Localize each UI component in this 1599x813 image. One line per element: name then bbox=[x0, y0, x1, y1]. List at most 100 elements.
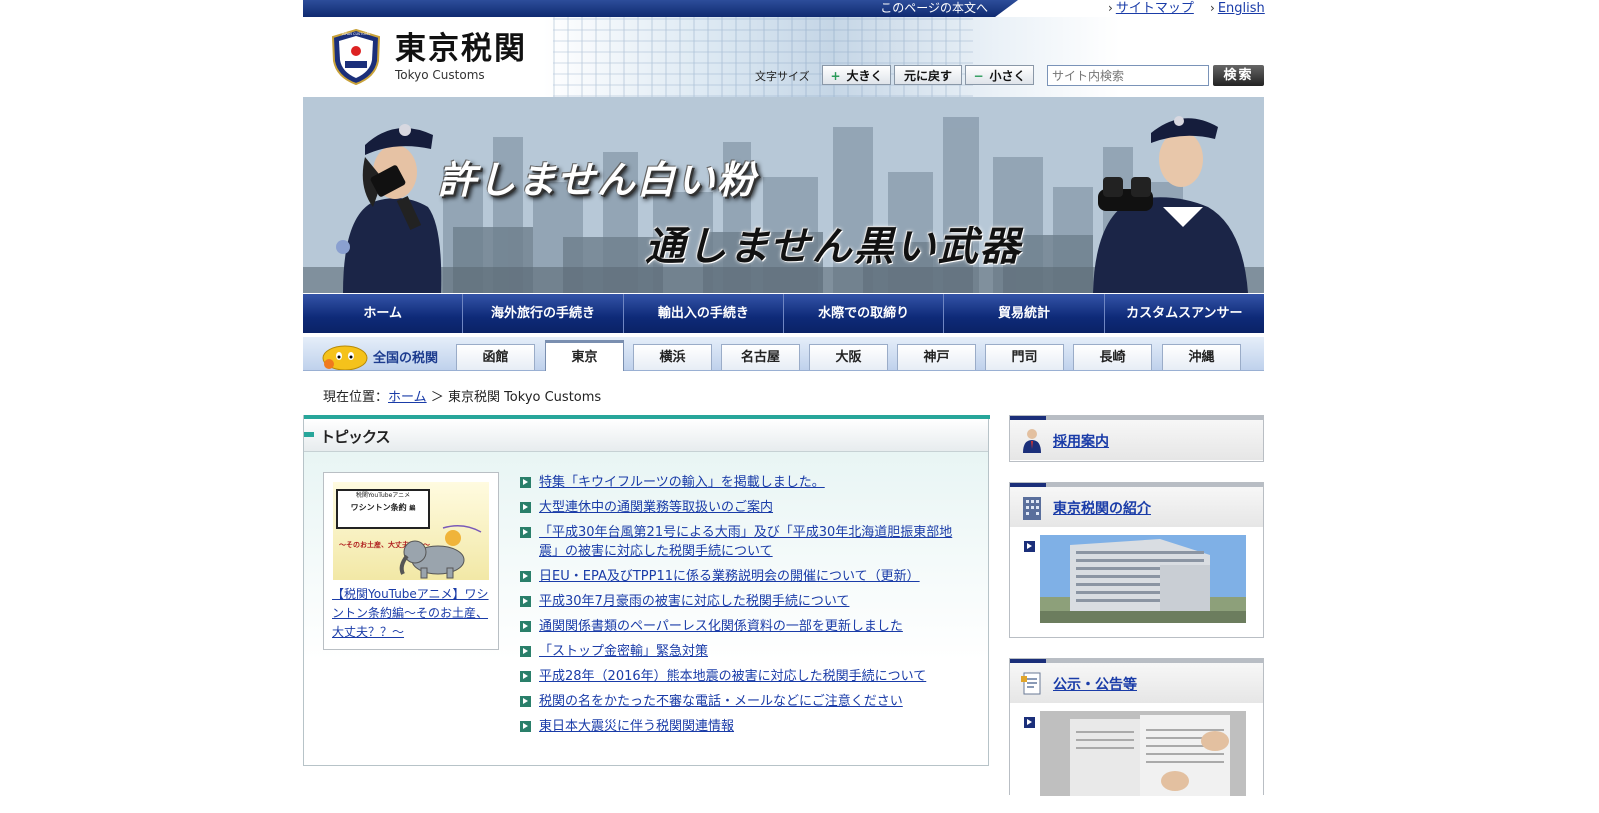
thumbnail-suffix: 編 bbox=[409, 505, 416, 512]
plus-icon: + bbox=[830, 69, 841, 83]
topic-link[interactable]: 通関関係書類のペーパーレス化関係資料の一部を更新しました bbox=[539, 619, 903, 634]
site-title[interactable]: 東京税関 bbox=[395, 31, 527, 67]
tab-nagoya[interactable]: 名古屋 bbox=[721, 344, 800, 370]
bullet-arrow-icon bbox=[520, 477, 531, 488]
nav-overseas-travel[interactable]: 海外旅行の手続き bbox=[463, 294, 624, 333]
customs-emblem-icon[interactable]: JAPAN CUSTOMS bbox=[331, 29, 381, 85]
topic-link[interactable]: 日EU・EPA及びTPP11に係る業務説明会の開催について（更新） bbox=[539, 569, 920, 584]
tab-hakodate[interactable]: 函館 bbox=[456, 344, 535, 370]
building-icon bbox=[1023, 497, 1041, 520]
list-item: 平成28年（2016年）熊本地震の被害に対応した税関手続について bbox=[520, 667, 970, 686]
site-header: JAPAN CUSTOMS 東京税関 Tokyo Customs 文字サイズ +… bbox=[303, 17, 1264, 97]
topics-header: トピックス bbox=[304, 419, 988, 452]
customs-offices-label: 全国の税関 bbox=[373, 351, 439, 366]
sidebar-notice-content bbox=[1010, 703, 1263, 813]
nav-border-control[interactable]: 水際での取締り bbox=[784, 294, 945, 333]
topic-link[interactable]: 平成28年（2016年）熊本地震の被害に対応した税関手続について bbox=[539, 669, 926, 684]
topics-list: 特集「キウイフルーツの輸入」を掲載しました。 大型連休中の通関業務等取扱いのご案… bbox=[520, 473, 970, 742]
feature-video-link[interactable]: 【税関YouTubeアニメ】ワシントン条約編～そのお土産、大丈夫？？～ bbox=[332, 585, 494, 642]
intro-link[interactable]: 東京税関の紹介 bbox=[1053, 498, 1151, 518]
nav-trade-statistics[interactable]: 貿易統計 bbox=[944, 294, 1105, 333]
topic-link[interactable]: 東日本大震災に伴う税関関連情報 bbox=[539, 719, 734, 734]
tab-nagasaki[interactable]: 長崎 bbox=[1073, 344, 1152, 370]
feature-thumbnail[interactable]: 税関YouTubeアニメ ワシントン条約 編 ～そのお土産、大丈夫？？～ bbox=[333, 482, 489, 580]
arrow-right-icon: › bbox=[1210, 1, 1215, 15]
bullet-arrow-icon bbox=[520, 571, 531, 582]
tab-okinawa[interactable]: 沖縄 bbox=[1162, 344, 1241, 370]
list-item: 大型連休中の通関業務等取扱いのご案内 bbox=[520, 498, 970, 517]
document-icon bbox=[1021, 672, 1041, 695]
topic-link[interactable]: 「ストップ金密輸」緊急対策 bbox=[539, 644, 708, 659]
hero-banner[interactable]: 許しません白い粉 通しません黒い武器 bbox=[303, 97, 1264, 293]
skip-bar: このページの本文へ bbox=[303, 0, 1018, 17]
thumbnail-small-text: 税関YouTubeアニメ bbox=[355, 492, 411, 499]
svg-text:JAPAN CUSTOMS: JAPAN CUSTOMS bbox=[341, 32, 372, 36]
breadcrumb-current: 東京税関 Tokyo Customs bbox=[447, 390, 602, 405]
bullet-arrow-icon bbox=[1024, 541, 1035, 552]
global-nav: ホーム 海外旅行の手続き 輸出入の手続き 水際での取締り 貿易統計 カスタムスア… bbox=[303, 294, 1264, 333]
tab-tokyo[interactable]: 東京 bbox=[545, 340, 624, 371]
search-button[interactable]: 検索 bbox=[1213, 65, 1264, 86]
sidebar-recruit-box: 採用案内 bbox=[1009, 415, 1264, 462]
customs-office-tabs: 全国の税関 函館 東京 横浜 名古屋 大阪 神戸 門司 長崎 沖縄 bbox=[303, 337, 1264, 371]
bullet-arrow-icon bbox=[1024, 717, 1035, 728]
nav-customs-answer[interactable]: カスタムスアンサー bbox=[1105, 294, 1264, 333]
tab-kobe[interactable]: 神戸 bbox=[897, 344, 976, 370]
bullet-arrow-icon bbox=[520, 621, 531, 632]
topic-link[interactable]: 大型連休中の通関業務等取扱いのご案内 bbox=[539, 500, 773, 515]
sidebar-notice-box: 公示・公告等 bbox=[1009, 658, 1264, 796]
font-larger-button[interactable]: + 大きく bbox=[822, 65, 891, 85]
elephant-illustration-icon bbox=[399, 525, 482, 579]
tab-moji[interactable]: 門司 bbox=[985, 344, 1064, 370]
feature-video-card: 税関YouTubeアニメ ワシントン条約 編 ～そのお土産、大丈夫？？～ 【税関… bbox=[323, 472, 499, 650]
topic-link[interactable]: 特集「キウイフルーツの輸入」を掲載しました。 bbox=[539, 475, 825, 490]
sidebar-header-marker bbox=[1010, 483, 1046, 487]
site-subtitle: Tokyo Customs bbox=[395, 68, 485, 82]
bullet-arrow-icon bbox=[520, 502, 531, 513]
font-smaller-label: 小さく bbox=[989, 69, 1026, 83]
breadcrumb-home-link[interactable]: ホーム bbox=[388, 390, 427, 405]
list-item: 日EU・EPA及びTPP11に係る業務説明会の開催について（更新） bbox=[520, 567, 970, 586]
site-search-input[interactable] bbox=[1047, 65, 1209, 86]
sidebar-header-marker bbox=[1010, 416, 1046, 420]
list-item: 東日本大震災に伴う税関関連情報 bbox=[520, 717, 970, 736]
list-item: 「ストップ金密輸」緊急対策 bbox=[520, 642, 970, 661]
nav-home[interactable]: ホーム bbox=[303, 294, 464, 333]
sitemap-link-wrap: › サイトマップ bbox=[1108, 0, 1194, 17]
banner-headline-2: 通しません黒い武器 bbox=[645, 224, 1022, 270]
bullet-arrow-icon bbox=[520, 646, 531, 657]
font-larger-label: 大きく bbox=[846, 69, 883, 83]
bullet-arrow-icon bbox=[520, 696, 531, 707]
sidebar-intro-box: 東京税関の紹介 bbox=[1009, 482, 1264, 638]
topic-link[interactable]: 「平成30年台風第21号による大雨」及び「平成30年北海道胆振東部地震」の被害に… bbox=[539, 525, 952, 559]
arrow-right-icon: › bbox=[1108, 1, 1113, 15]
notice-link[interactable]: 公示・公告等 bbox=[1053, 674, 1137, 694]
topic-link[interactable]: 税関の名をかたった不審な電話・メールなどにご注意ください bbox=[539, 694, 903, 709]
bullet-arrow-icon bbox=[520, 721, 531, 732]
english-link[interactable]: English bbox=[1218, 1, 1265, 16]
documents-photo[interactable] bbox=[1040, 711, 1246, 796]
breadcrumb-label: 現在位置： bbox=[323, 390, 389, 405]
font-smaller-button[interactable]: − 小さく bbox=[965, 65, 1034, 85]
sidebar-recruit-header: 採用案内 bbox=[1010, 416, 1263, 460]
topic-link[interactable]: 平成30年7月豪雨の被害に対応した税関手続について bbox=[539, 594, 849, 609]
font-reset-button[interactable]: 元に戻す bbox=[894, 65, 962, 85]
skip-to-content-link[interactable]: このページの本文へ bbox=[880, 0, 988, 17]
list-item: 特集「キウイフルーツの輸入」を掲載しました。 bbox=[520, 473, 970, 492]
list-item: 平成30年7月豪雨の被害に対応した税関手続について bbox=[520, 592, 970, 611]
font-size-label: 文字サイズ bbox=[755, 70, 810, 83]
tab-yokohama[interactable]: 横浜 bbox=[633, 344, 712, 370]
person-icon bbox=[1023, 429, 1041, 453]
sidebar-notice-header: 公示・公告等 bbox=[1010, 659, 1263, 703]
sitemap-link[interactable]: サイトマップ bbox=[1116, 1, 1194, 16]
list-item: 「平成30年台風第21号による大雨」及び「平成30年北海道胆振東部地震」の被害に… bbox=[520, 523, 970, 561]
recruit-link[interactable]: 採用案内 bbox=[1053, 431, 1109, 451]
nav-import-export[interactable]: 輸出入の手続き bbox=[624, 294, 784, 333]
list-item: 税関の名をかたった不審な電話・メールなどにご注意ください bbox=[520, 692, 970, 711]
bullet-arrow-icon bbox=[520, 527, 531, 538]
english-link-wrap: › English bbox=[1210, 0, 1265, 17]
customs-building-photo[interactable] bbox=[1040, 535, 1246, 623]
breadcrumb-separator: ＞ bbox=[430, 390, 444, 405]
tab-osaka[interactable]: 大阪 bbox=[809, 344, 888, 370]
topics-header-marker bbox=[304, 432, 314, 437]
